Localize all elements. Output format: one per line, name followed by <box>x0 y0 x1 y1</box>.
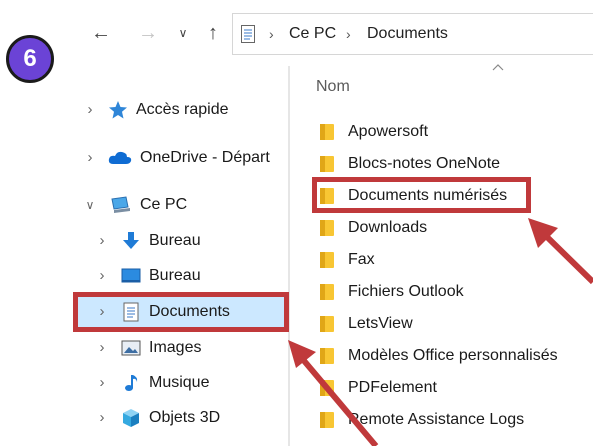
folder-icon <box>320 252 334 268</box>
expand-chevron-icon[interactable]: › <box>95 261 109 291</box>
tree-item-documents[interactable]: Documents <box>121 297 230 327</box>
file-name: Fax <box>348 251 375 268</box>
file-row-downloads[interactable]: Downloads <box>320 214 427 242</box>
tree-item-label: Images <box>149 339 202 356</box>
file-name: Documents numérisés <box>348 187 508 204</box>
star-icon <box>108 100 128 120</box>
file-row-fax[interactable]: Fax <box>320 246 375 274</box>
tree-item-label: OneDrive - Départ <box>140 149 270 166</box>
desktop-icon <box>121 266 141 286</box>
annotation-arrow-documents-numerises <box>528 218 593 285</box>
breadcrumb-separator-icon[interactable]: › <box>346 14 351 54</box>
tree-item-label: Accès rapide <box>136 101 229 118</box>
file-row-documents-numerises[interactable]: Documents numérisés <box>320 182 507 210</box>
tree-item-images[interactable]: Images <box>121 333 201 363</box>
expand-chevron-icon[interactable]: › <box>95 333 109 363</box>
folder-icon <box>320 124 334 140</box>
breadcrumb-documents[interactable]: Documents <box>367 14 448 54</box>
forward-arrow-icon[interactable]: → <box>136 20 160 46</box>
tree-item-label: Bureau <box>149 267 201 284</box>
music-note-icon <box>121 373 141 393</box>
tree-item-label: Bureau <box>149 232 201 249</box>
tree-item-musique[interactable]: Musique <box>121 368 209 398</box>
step-badge: 6 <box>6 35 54 83</box>
tree-item-bureau-downloads[interactable]: Bureau <box>121 226 201 256</box>
cube-icon <box>121 408 141 428</box>
picture-icon <box>121 338 141 358</box>
expand-chevron-icon[interactable]: › <box>95 297 109 327</box>
file-name: Downloads <box>348 219 428 236</box>
file-row-blocs-notes-onenote[interactable]: Blocs-notes OneNote <box>320 150 500 178</box>
expand-chevron-icon[interactable]: › <box>95 226 109 256</box>
address-bar[interactable]: › Ce PC › Documents <box>232 13 593 55</box>
tree-item-bureau-desktop[interactable]: Bureau <box>121 261 201 291</box>
tree-item-label: Objets 3D <box>149 409 221 426</box>
download-arrow-icon <box>121 231 141 251</box>
recent-locations-chevron-icon[interactable]: ∨ <box>171 20 195 46</box>
tree-item-acces-rapide[interactable]: Accès rapide <box>108 95 229 125</box>
tree-item-label: Musique <box>149 374 210 391</box>
file-name: Fichiers Outlook <box>348 283 464 300</box>
expand-chevron-icon[interactable]: › <box>83 143 97 173</box>
folder-icon <box>320 220 334 236</box>
tree-item-objets-3d[interactable]: Objets 3D <box>121 403 220 433</box>
folder-icon <box>320 156 334 172</box>
computer-icon <box>108 195 132 215</box>
column-header-nom[interactable]: Nom <box>316 78 350 96</box>
sort-ascending-icon[interactable] <box>492 62 504 72</box>
folder-icon <box>320 188 334 204</box>
tree-item-ce-pc[interactable]: Ce PC <box>108 190 187 220</box>
breadcrumb-ce-pc[interactable]: Ce PC <box>289 14 336 54</box>
collapse-chevron-icon[interactable]: ∨ <box>83 190 97 220</box>
expand-chevron-icon[interactable]: › <box>83 95 97 125</box>
folder-icon <box>320 284 334 300</box>
file-row-apowersoft[interactable]: Apowersoft <box>320 118 428 146</box>
file-name: Blocs-notes OneNote <box>348 155 501 172</box>
document-icon <box>121 302 141 322</box>
up-arrow-icon[interactable]: ↑ <box>201 20 225 46</box>
document-location-icon <box>241 25 255 43</box>
tree-item-onedrive[interactable]: OneDrive - Départ <box>108 143 270 173</box>
back-arrow-icon[interactable]: ← <box>89 20 113 46</box>
expand-chevron-icon[interactable]: › <box>95 368 109 398</box>
file-name: Apowersoft <box>348 123 429 140</box>
file-row-fichiers-outlook[interactable]: Fichiers Outlook <box>320 278 464 306</box>
tree-item-label: Ce PC <box>140 196 188 213</box>
expand-chevron-icon[interactable]: › <box>95 403 109 433</box>
cloud-icon <box>108 148 132 168</box>
tree-item-label: Documents <box>149 303 230 320</box>
breadcrumb-separator-icon[interactable]: › <box>269 14 274 54</box>
annotation-arrow-documents <box>288 340 379 446</box>
